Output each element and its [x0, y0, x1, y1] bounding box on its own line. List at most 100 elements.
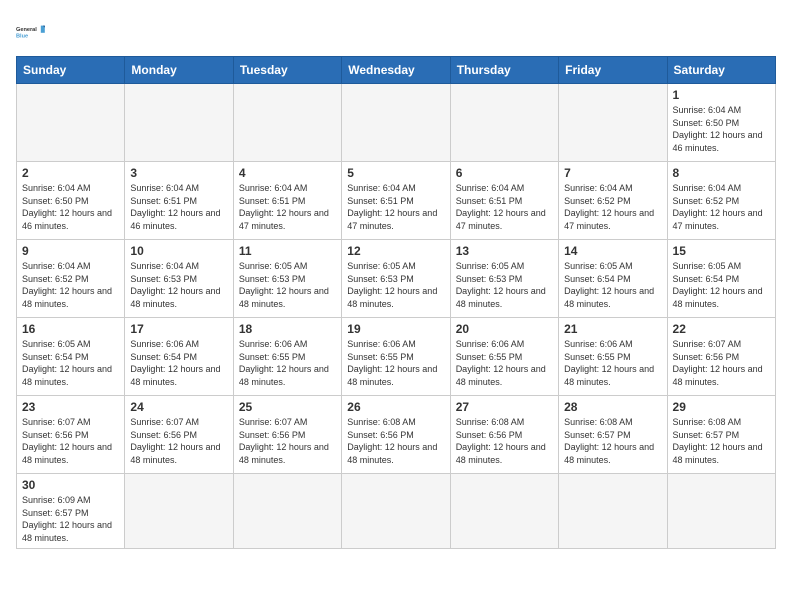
day-info: Sunrise: 6:04 AM Sunset: 6:52 PM Dayligh… [673, 182, 770, 232]
calendar-day-cell: 3 Sunrise: 6:04 AM Sunset: 6:51 PM Daylig… [125, 162, 233, 240]
day-number: 12 [347, 244, 444, 258]
weekday-header-friday: Friday [559, 57, 667, 84]
calendar-day-cell: 14Sunrise: 6:05 AM Sunset: 6:54 PM Dayli… [559, 240, 667, 318]
day-number: 5 [347, 166, 444, 180]
calendar-day-cell [559, 474, 667, 549]
calendar-day-cell: 25Sunrise: 6:07 AM Sunset: 6:56 PM Dayli… [233, 396, 341, 474]
calendar-day-cell [342, 84, 450, 162]
day-info: Sunrise: 6:05 AM Sunset: 6:53 PM Dayligh… [456, 260, 553, 310]
day-number: 3 [130, 166, 227, 180]
calendar-day-cell: 19 Sunrise: 6:06 AM Sunset: 6:55 PM Dayli… [342, 318, 450, 396]
day-number: 30 [22, 478, 119, 492]
day-info: Sunrise: 6:07 AM Sunset: 6:56 PM Dayligh… [22, 416, 119, 466]
calendar-day-cell: 13 Sunrise: 6:05 AM Sunset: 6:53 PM Dayli… [450, 240, 558, 318]
day-number: 14 [564, 244, 661, 258]
calendar-day-cell [233, 474, 341, 549]
weekday-header-row: SundayMondayTuesdayWednesdayThursdayFrid… [17, 57, 776, 84]
calendar-week-row: 1 Sunrise: 6:04 AM Sunset: 6:50 PM Daylig… [17, 84, 776, 162]
calendar-day-cell: 16Sunrise: 6:05 AM Sunset: 6:54 PM Dayli… [17, 318, 125, 396]
weekday-header-sunday: Sunday [17, 57, 125, 84]
day-number: 18 [239, 322, 336, 336]
calendar-day-cell [450, 474, 558, 549]
calendar-day-cell: 12Sunrise: 6:05 AM Sunset: 6:53 PM Dayli… [342, 240, 450, 318]
calendar-day-cell [125, 84, 233, 162]
calendar-day-cell [342, 474, 450, 549]
calendar-day-cell: 1 Sunrise: 6:04 AM Sunset: 6:50 PM Daylig… [667, 84, 775, 162]
calendar-day-cell [233, 84, 341, 162]
day-number: 21 [564, 322, 661, 336]
day-info: Sunrise: 6:04 AM Sunset: 6:51 PM Dayligh… [456, 182, 553, 232]
calendar-day-cell: 7 Sunrise: 6:04 AM Sunset: 6:52 PM Daylig… [559, 162, 667, 240]
calendar-day-cell: 6Sunrise: 6:04 AM Sunset: 6:51 PM Daylig… [450, 162, 558, 240]
calendar-day-cell: 27 Sunrise: 6:08 AM Sunset: 6:56 PM Dayli… [450, 396, 558, 474]
day-info: Sunrise: 6:09 AM Sunset: 6:57 PM Dayligh… [22, 494, 119, 544]
calendar-day-cell [450, 84, 558, 162]
svg-text:General: General [16, 27, 37, 33]
calendar-day-cell: 24Sunrise: 6:07 AM Sunset: 6:56 PM Dayli… [125, 396, 233, 474]
calendar-day-cell [125, 474, 233, 549]
day-number: 7 [564, 166, 661, 180]
day-number: 28 [564, 400, 661, 414]
day-info: Sunrise: 6:07 AM Sunset: 6:56 PM Dayligh… [239, 416, 336, 466]
calendar-day-cell: 11Sunrise: 6:05 AM Sunset: 6:53 PM Dayli… [233, 240, 341, 318]
day-number: 1 [673, 88, 770, 102]
day-info: Sunrise: 6:06 AM Sunset: 6:55 PM Dayligh… [239, 338, 336, 388]
day-info: Sunrise: 6:08 AM Sunset: 6:57 PM Dayligh… [673, 416, 770, 466]
day-info: Sunrise: 6:07 AM Sunset: 6:56 PM Dayligh… [673, 338, 770, 388]
logo-icon: GeneralBlue [16, 16, 48, 48]
calendar-week-row: 2 Sunrise: 6:04 AM Sunset: 6:50 PM Daylig… [17, 162, 776, 240]
calendar-week-row: 16Sunrise: 6:05 AM Sunset: 6:54 PM Dayli… [17, 318, 776, 396]
day-info: Sunrise: 6:04 AM Sunset: 6:53 PM Dayligh… [130, 260, 227, 310]
weekday-header-wednesday: Wednesday [342, 57, 450, 84]
day-info: Sunrise: 6:05 AM Sunset: 6:54 PM Dayligh… [673, 260, 770, 310]
day-number: 8 [673, 166, 770, 180]
day-info: Sunrise: 6:04 AM Sunset: 6:52 PM Dayligh… [22, 260, 119, 310]
day-number: 15 [673, 244, 770, 258]
day-info: Sunrise: 6:07 AM Sunset: 6:56 PM Dayligh… [130, 416, 227, 466]
day-info: Sunrise: 6:08 AM Sunset: 6:56 PM Dayligh… [347, 416, 444, 466]
day-info: Sunrise: 6:04 AM Sunset: 6:50 PM Dayligh… [22, 182, 119, 232]
svg-text:Blue: Blue [16, 34, 28, 40]
calendar-table: SundayMondayTuesdayWednesdayThursdayFrid… [16, 56, 776, 549]
day-number: 27 [456, 400, 553, 414]
weekday-header-thursday: Thursday [450, 57, 558, 84]
calendar-day-cell [17, 84, 125, 162]
day-number: 20 [456, 322, 553, 336]
day-info: Sunrise: 6:05 AM Sunset: 6:53 PM Dayligh… [239, 260, 336, 310]
calendar-day-cell: 22 Sunrise: 6:07 AM Sunset: 6:56 PM Dayli… [667, 318, 775, 396]
day-info: Sunrise: 6:04 AM Sunset: 6:51 PM Dayligh… [130, 182, 227, 232]
day-info: Sunrise: 6:08 AM Sunset: 6:56 PM Dayligh… [456, 416, 553, 466]
day-number: 22 [673, 322, 770, 336]
calendar-day-cell: 17Sunrise: 6:06 AM Sunset: 6:54 PM Dayli… [125, 318, 233, 396]
calendar-day-cell: 21 Sunrise: 6:06 AM Sunset: 6:55 PM Dayli… [559, 318, 667, 396]
calendar-day-cell: 29 Sunrise: 6:08 AM Sunset: 6:57 PM Dayli… [667, 396, 775, 474]
day-number: 2 [22, 166, 119, 180]
day-info: Sunrise: 6:05 AM Sunset: 6:54 PM Dayligh… [22, 338, 119, 388]
day-info: Sunrise: 6:06 AM Sunset: 6:55 PM Dayligh… [564, 338, 661, 388]
calendar-day-cell: 26Sunrise: 6:08 AM Sunset: 6:56 PM Dayli… [342, 396, 450, 474]
calendar-day-cell: 18 Sunrise: 6:06 AM Sunset: 6:55 PM Dayli… [233, 318, 341, 396]
calendar-day-cell: 15 Sunrise: 6:05 AM Sunset: 6:54 PM Dayli… [667, 240, 775, 318]
day-number: 9 [22, 244, 119, 258]
weekday-header-monday: Monday [125, 57, 233, 84]
day-number: 4 [239, 166, 336, 180]
calendar-day-cell: 30 Sunrise: 6:09 AM Sunset: 6:57 PM Dayli… [17, 474, 125, 549]
day-number: 10 [130, 244, 227, 258]
calendar-day-cell [667, 474, 775, 549]
day-info: Sunrise: 6:06 AM Sunset: 6:55 PM Dayligh… [347, 338, 444, 388]
day-number: 29 [673, 400, 770, 414]
logo: GeneralBlue [16, 16, 48, 48]
calendar-week-row: 9 Sunrise: 6:04 AM Sunset: 6:52 PM Daylig… [17, 240, 776, 318]
day-info: Sunrise: 6:04 AM Sunset: 6:52 PM Dayligh… [564, 182, 661, 232]
calendar-day-cell: 8 Sunrise: 6:04 AM Sunset: 6:52 PM Daylig… [667, 162, 775, 240]
calendar-day-cell: 2 Sunrise: 6:04 AM Sunset: 6:50 PM Daylig… [17, 162, 125, 240]
day-info: Sunrise: 6:04 AM Sunset: 6:50 PM Dayligh… [673, 104, 770, 154]
calendar-week-row: 30 Sunrise: 6:09 AM Sunset: 6:57 PM Dayli… [17, 474, 776, 549]
day-number: 13 [456, 244, 553, 258]
day-info: Sunrise: 6:06 AM Sunset: 6:54 PM Dayligh… [130, 338, 227, 388]
page-header: GeneralBlue [16, 16, 776, 48]
calendar-day-cell: 23Sunrise: 6:07 AM Sunset: 6:56 PM Dayli… [17, 396, 125, 474]
day-number: 19 [347, 322, 444, 336]
calendar-day-cell: 10 Sunrise: 6:04 AM Sunset: 6:53 PM Dayli… [125, 240, 233, 318]
calendar-day-cell: 20Sunrise: 6:06 AM Sunset: 6:55 PM Dayli… [450, 318, 558, 396]
